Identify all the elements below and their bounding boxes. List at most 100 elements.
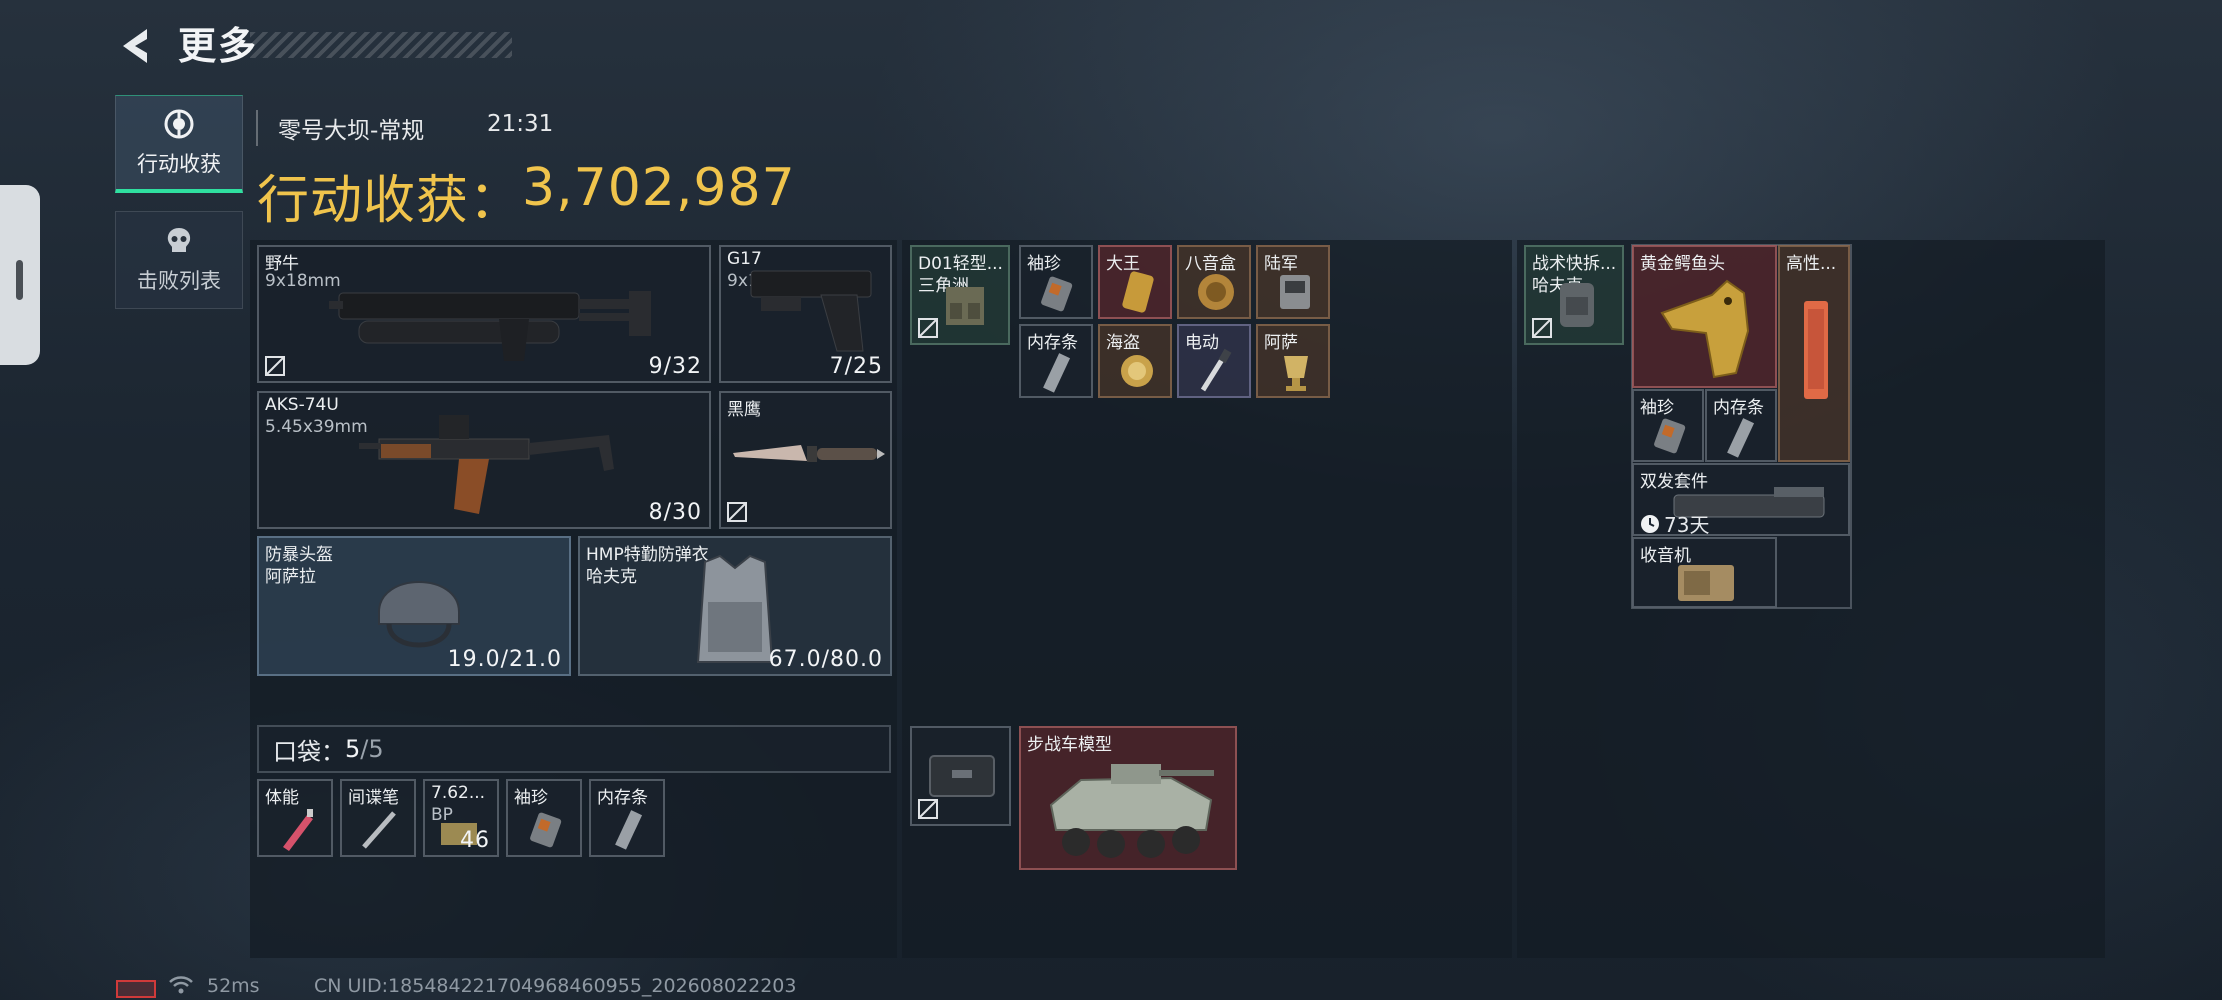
pocket-item[interactable]: 体能	[257, 779, 333, 857]
gold-item-icon	[1122, 271, 1154, 313]
pocket-count: 5	[345, 735, 361, 763]
screwdriver-icon	[1200, 348, 1232, 392]
safe-box-item[interactable]: 步战车模型	[1019, 726, 1237, 870]
raid-time: 21:31	[487, 111, 554, 137]
gold-crocodile-head-image	[1660, 279, 1750, 379]
backpack-item[interactable]: 黄金鳄鱼头	[1632, 245, 1777, 388]
vest-image	[696, 554, 774, 663]
item-name: 袖珍	[514, 788, 548, 808]
rig-image	[946, 287, 984, 325]
skull-icon	[167, 228, 191, 252]
rig-item[interactable]: 陆军	[1256, 245, 1330, 319]
clock-icon	[1641, 514, 1659, 533]
body-armor-slot[interactable]: HMP特勤防弹衣 哈夫克 67.0/80.0	[578, 536, 892, 676]
helmet-faction: 阿萨拉	[265, 567, 316, 587]
rig-item[interactable]: 阿萨	[1256, 324, 1330, 398]
pocket-device-icon	[1041, 276, 1073, 312]
no-sell-icon	[918, 318, 938, 338]
weapon-slot-secondary[interactable]: AKS-74U 5.45x39mm 8/30	[257, 391, 711, 529]
title-decoration	[250, 32, 512, 58]
pocket-header: 口袋： 5 /5	[257, 725, 891, 773]
music-box-icon	[1198, 274, 1234, 310]
rig-item[interactable]: 大王	[1098, 245, 1172, 319]
coin-icon	[1121, 355, 1153, 387]
item-name: 内存条	[597, 788, 648, 808]
pocket-item[interactable]: 内存条	[589, 779, 665, 857]
rifle-image	[359, 415, 614, 514]
tab-defeat-list[interactable]: 击败列表	[115, 211, 243, 309]
helmet-durability: 19.0/21.0	[447, 647, 562, 672]
item-name: 体能	[265, 788, 299, 808]
earnings-total: 行动收获： 3,702,987	[257, 158, 796, 233]
cup-icon	[1284, 356, 1308, 391]
weapon-slot-primary[interactable]: 野牛 9x18mm 9/32	[257, 245, 711, 383]
pistol-image	[750, 270, 872, 352]
rig-item[interactable]: 海盗	[1098, 324, 1172, 398]
backpack-image	[1560, 283, 1594, 327]
pocket-device-icon	[530, 812, 562, 848]
ammo-count: 7/25	[829, 354, 883, 379]
back-button[interactable]	[112, 22, 160, 70]
weapon-name: 黑鹰	[727, 400, 761, 420]
divider	[256, 110, 258, 146]
ammo-count: 8/30	[648, 500, 702, 525]
timer-text: 73天	[1664, 513, 1710, 536]
pocket-capacity: /5	[360, 735, 384, 763]
no-sell-icon	[727, 502, 747, 522]
player-uid: CN UID:1854842217049684609​55_2026080222…	[314, 975, 797, 997]
item-name: 间谍笔	[348, 788, 399, 808]
radio-image	[1678, 565, 1734, 601]
tab-label: 行动收获	[137, 151, 221, 176]
rig-item[interactable]: 电动	[1177, 324, 1251, 398]
battery-icon	[116, 980, 156, 998]
earnings-value: 3,702,987	[522, 158, 796, 218]
memory-stick-icon	[1043, 353, 1071, 393]
armor-faction: 哈夫克	[586, 567, 637, 587]
tab-action-harvest[interactable]: 行动收获	[115, 95, 243, 193]
pocket-device-icon	[1654, 418, 1686, 454]
rig-item[interactable]: 八音盒	[1177, 245, 1251, 319]
tab-label: 击败列表	[137, 269, 221, 293]
pen-icon	[362, 811, 396, 849]
backpack-item[interactable]: 收音机	[1632, 537, 1777, 608]
rig-item[interactable]: 袖珍	[1019, 245, 1093, 319]
weapon-slot-sidearm[interactable]: G17 9x19mm 7/25	[719, 245, 892, 383]
backpack-item[interactable]: 内存条	[1705, 389, 1777, 462]
pocket-label: 口袋：	[273, 737, 345, 766]
backpack-item[interactable]: 双发套件 73天	[1632, 463, 1850, 536]
knife-image	[733, 445, 885, 462]
safe-box-icon	[929, 755, 995, 797]
helmet-slot[interactable]: 防暴头盔 阿萨拉 19.0/21.0	[257, 536, 571, 676]
backpack-item[interactable]: 袖珍	[1632, 389, 1704, 462]
armor-durability: 67.0/80.0	[768, 647, 883, 672]
pocket-item[interactable]: 袖珍	[506, 779, 582, 857]
pocket-item[interactable]: 间谍笔	[340, 779, 416, 857]
item-name: 7.62...	[431, 783, 486, 803]
no-sell-icon	[1532, 318, 1552, 338]
item-name: 高性...	[1786, 254, 1837, 274]
rig-item[interactable]: 内存条	[1019, 324, 1093, 398]
helmet-image	[378, 581, 460, 648]
earnings-label: 行动收获：	[257, 171, 523, 231]
syringe-icon	[283, 809, 313, 851]
back-arrow-icon	[123, 29, 147, 63]
smg-image	[329, 291, 651, 361]
edge-drawer-handle[interactable]	[0, 185, 40, 365]
ping-display: 52ms	[207, 975, 260, 997]
backpack-item[interactable]: 高性...	[1778, 245, 1850, 462]
expiry-timer: 73天	[1640, 509, 1710, 536]
no-sell-icon	[265, 356, 285, 376]
item-count: 46	[460, 828, 490, 853]
pocket-item[interactable]: 7.62... BP 46	[423, 779, 499, 857]
wifi-icon	[169, 976, 193, 994]
weapon-caliber: 5.45x39mm	[265, 417, 368, 437]
page-title: 更多	[178, 24, 259, 68]
no-sell-icon	[918, 799, 938, 819]
backpack-slot[interactable]: 战术快拆... 哈夫克	[1524, 245, 1624, 345]
weapon-name: AKS-74U	[265, 395, 339, 415]
high-performance-item-image	[1804, 301, 1828, 399]
chest-rig-slot[interactable]: D01轻型... 三角洲	[910, 245, 1010, 345]
armored-vehicle-model-image	[1049, 764, 1214, 858]
safe-box-slot[interactable]	[910, 726, 1011, 826]
melee-slot[interactable]: 黑鹰	[719, 391, 892, 529]
